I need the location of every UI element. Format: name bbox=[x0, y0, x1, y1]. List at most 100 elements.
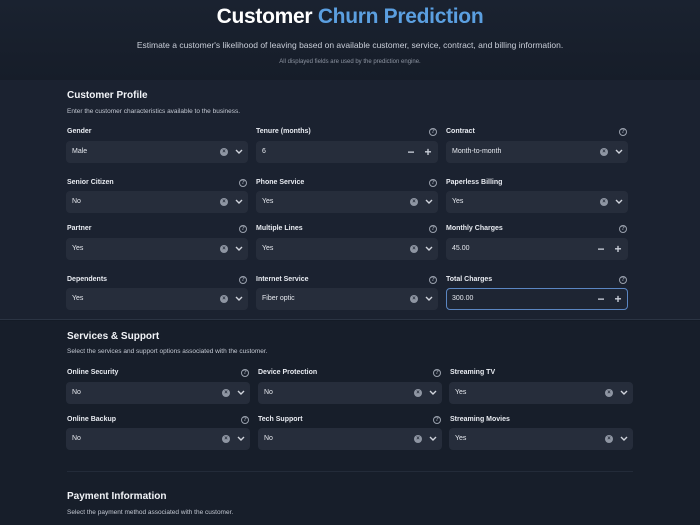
tenure-input[interactable]: 6 − + bbox=[256, 141, 438, 163]
chevron-down-icon[interactable] bbox=[614, 146, 624, 158]
device-protection-select[interactable]: No × bbox=[258, 382, 442, 404]
clear-icon[interactable]: × bbox=[410, 245, 418, 253]
chevron-down-icon[interactable] bbox=[234, 196, 244, 208]
phone-service-select[interactable]: Yes × bbox=[256, 191, 438, 213]
online-backup-value: No bbox=[72, 435, 81, 442]
streaming-tv-select[interactable]: Yes × bbox=[449, 382, 633, 404]
chevron-down-icon[interactable] bbox=[236, 433, 246, 445]
clear-icon[interactable]: × bbox=[220, 245, 228, 253]
chevron-down-icon[interactable] bbox=[424, 196, 434, 208]
streaming-tv-label: Streaming TV bbox=[450, 369, 496, 376]
gender-label: Gender bbox=[67, 128, 92, 135]
total-charges-input[interactable]: 300.00 − + bbox=[446, 288, 628, 310]
internet-service-select[interactable]: Fiber optic × bbox=[256, 288, 438, 310]
online-backup-help-icon[interactable]: ? bbox=[241, 416, 249, 424]
decrement-button[interactable]: − bbox=[594, 291, 608, 307]
title-part-customer: Customer bbox=[216, 5, 313, 28]
chevron-down-icon[interactable] bbox=[424, 293, 434, 305]
tenure-help-icon[interactable]: ? bbox=[429, 128, 437, 136]
dependents-help-icon[interactable]: ? bbox=[239, 276, 247, 284]
clear-icon[interactable]: × bbox=[220, 295, 228, 303]
page-note: All displayed fields are used by the pre… bbox=[279, 59, 421, 65]
payment-information-description: Select the payment method associated wit… bbox=[67, 509, 234, 516]
decrement-button[interactable]: − bbox=[594, 241, 608, 257]
customer-profile-panel: Customer Profile Enter the customer char… bbox=[0, 80, 700, 320]
chevron-down-icon[interactable] bbox=[234, 243, 244, 255]
online-backup-label: Online Backup bbox=[67, 416, 117, 423]
clear-icon[interactable]: × bbox=[414, 389, 422, 397]
monthly-charges-help-icon[interactable]: ? bbox=[619, 225, 627, 233]
phone-service-label: Phone Service bbox=[256, 179, 305, 186]
monthly-charges-value: 45.00 bbox=[452, 245, 470, 252]
tech-support-help-icon[interactable]: ? bbox=[433, 416, 441, 424]
senior-citizen-select[interactable]: No × bbox=[66, 191, 248, 213]
chevron-down-icon[interactable] bbox=[428, 387, 438, 399]
partner-label: Partner bbox=[67, 225, 92, 232]
contract-label: Contract bbox=[446, 128, 475, 135]
contract-value: Month-to-month bbox=[452, 148, 502, 155]
clear-icon[interactable]: × bbox=[222, 435, 230, 443]
monthly-charges-input[interactable]: 45.00 − + bbox=[446, 238, 628, 260]
chevron-down-icon[interactable] bbox=[236, 387, 246, 399]
clear-icon[interactable]: × bbox=[410, 295, 418, 303]
online-security-value: No bbox=[72, 389, 81, 396]
contract-help-icon[interactable]: ? bbox=[619, 128, 627, 136]
chevron-down-icon[interactable] bbox=[619, 433, 629, 445]
paperless-billing-label: Paperless Billing bbox=[446, 179, 503, 186]
online-security-label: Online Security bbox=[67, 369, 119, 376]
gender-select[interactable]: Male × bbox=[66, 141, 248, 163]
streaming-movies-value: Yes bbox=[455, 435, 467, 442]
contract-select[interactable]: Month-to-month × bbox=[446, 141, 628, 163]
partner-select[interactable]: Yes × bbox=[66, 238, 248, 260]
streaming-movies-label: Streaming Movies bbox=[450, 416, 510, 423]
dependents-select[interactable]: Yes × bbox=[66, 288, 248, 310]
streaming-movies-select[interactable]: Yes × bbox=[449, 428, 633, 450]
tech-support-select[interactable]: No × bbox=[258, 428, 442, 450]
customer-profile-description: Enter the customer characteristics avail… bbox=[67, 108, 241, 115]
chevron-down-icon[interactable] bbox=[428, 433, 438, 445]
tenure-label: Tenure (months) bbox=[256, 128, 311, 135]
multiple-lines-label: Multiple Lines bbox=[256, 225, 303, 232]
chevron-down-icon[interactable] bbox=[234, 293, 244, 305]
clear-icon[interactable]: × bbox=[600, 148, 608, 156]
clear-icon[interactable]: × bbox=[414, 435, 422, 443]
clear-icon[interactable]: × bbox=[605, 435, 613, 443]
internet-service-value: Fiber optic bbox=[262, 295, 295, 302]
services-support-description: Select the services and support options … bbox=[67, 348, 268, 355]
device-protection-value: No bbox=[264, 389, 273, 396]
multiple-lines-select[interactable]: Yes × bbox=[256, 238, 438, 260]
chevron-down-icon[interactable] bbox=[234, 146, 244, 158]
clear-icon[interactable]: × bbox=[220, 198, 228, 206]
chevron-down-icon[interactable] bbox=[614, 196, 624, 208]
senior-citizen-help-icon[interactable]: ? bbox=[239, 179, 247, 187]
decrement-button[interactable]: − bbox=[404, 144, 418, 160]
internet-service-help-icon[interactable]: ? bbox=[429, 276, 437, 284]
clear-icon[interactable]: × bbox=[410, 198, 418, 206]
online-security-help-icon[interactable]: ? bbox=[241, 369, 249, 377]
clear-icon[interactable]: × bbox=[600, 198, 608, 206]
chevron-down-icon[interactable] bbox=[619, 387, 629, 399]
partner-value: Yes bbox=[72, 245, 84, 252]
online-security-select[interactable]: No × bbox=[66, 382, 250, 404]
page-header: Customer Churn Prediction Estimate a cus… bbox=[0, 0, 700, 80]
phone-service-help-icon[interactable]: ? bbox=[429, 179, 437, 187]
dependents-label: Dependents bbox=[67, 276, 108, 283]
increment-button[interactable]: + bbox=[611, 291, 625, 307]
clear-icon[interactable]: × bbox=[220, 148, 228, 156]
multiple-lines-help-icon[interactable]: ? bbox=[429, 225, 437, 233]
multiple-lines-value: Yes bbox=[262, 245, 274, 252]
device-protection-label: Device Protection bbox=[258, 369, 318, 376]
chevron-down-icon[interactable] bbox=[424, 243, 434, 255]
total-charges-help-icon[interactable]: ? bbox=[619, 276, 627, 284]
clear-icon[interactable]: × bbox=[222, 389, 230, 397]
online-backup-select[interactable]: No × bbox=[66, 428, 250, 450]
services-support-panel: Services & Support Select the services a… bbox=[0, 321, 700, 525]
partner-help-icon[interactable]: ? bbox=[239, 225, 247, 233]
total-charges-value: 300.00 bbox=[452, 295, 474, 302]
clear-icon[interactable]: × bbox=[605, 389, 613, 397]
paperless-billing-value: Yes bbox=[452, 198, 464, 205]
increment-button[interactable]: + bbox=[611, 241, 625, 257]
device-protection-help-icon[interactable]: ? bbox=[433, 369, 441, 377]
paperless-billing-select[interactable]: Yes × bbox=[446, 191, 628, 213]
increment-button[interactable]: + bbox=[421, 144, 435, 160]
